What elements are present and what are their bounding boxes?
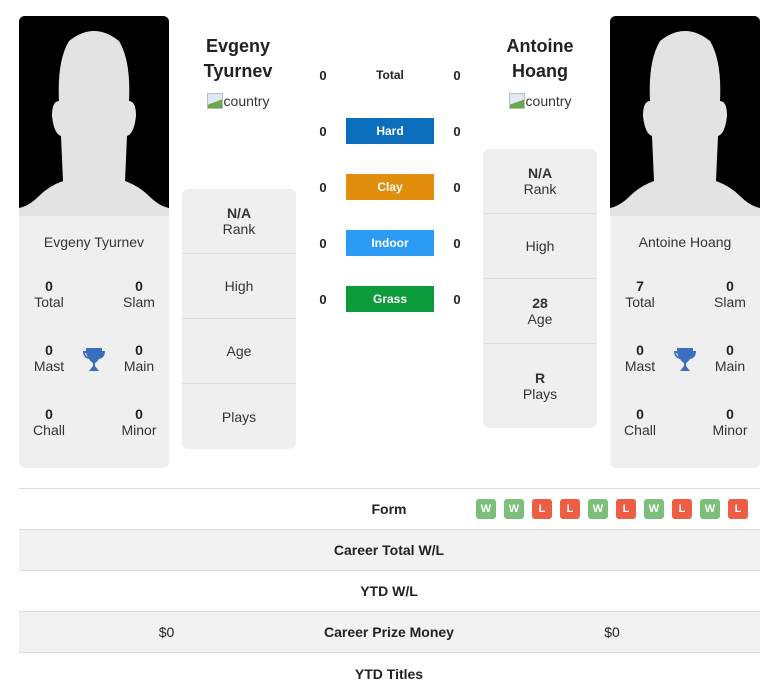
player2-name[interactable]: Antoine Hoang [470,34,610,84]
surface-badge-hard: Hard [346,118,434,144]
form-badge: L [532,499,552,519]
h2h-row-clay: 0 Clay 0 [300,174,480,200]
player1-flag: country [168,93,308,109]
player2-main: 0 Main [714,342,746,374]
form-badge: L [672,499,692,519]
form-label: Form [371,501,407,517]
h2h-row-grass: 0 Grass 0 [300,286,480,312]
form-badge: L [728,499,748,519]
player1-chall: 0 Chall [33,406,65,438]
player1-mast: 0 Mast [33,342,65,374]
form-badge: L [560,499,580,519]
form-badge: L [616,499,636,519]
player1-high: High [182,254,296,319]
ytd-titles-row: YTD Titles [354,665,424,682]
form-badge: W [644,499,664,519]
form-badge: W [476,499,496,519]
player2-slam: 0 Slam [714,278,746,310]
comparison-table: Form W W L L W L W L W L Career Total W/… [19,488,760,694]
ytd-wl-row: YTD W/L [19,571,760,612]
trophy-icon [673,347,697,378]
player2-minor: 0 Minor [712,406,748,438]
player2-card: Antoine Hoang 7 Total 0 Slam 0 Mast 0 Main 0… [610,216,760,468]
player2-total: 7 Total [625,278,655,310]
player2-high: High [483,214,597,279]
broken-image-icon [206,93,223,109]
player2-chall: 0 Chall [624,406,656,438]
form-badge: W [588,499,608,519]
form-badge: W [504,499,524,519]
surface-badge-grass: Grass [346,286,434,312]
player1-slam: 0 Slam [123,278,155,310]
player1-name[interactable]: Evgeny Tyurnev [168,34,308,84]
player2-plays: R Plays [522,370,558,402]
form-badge: W [700,499,720,519]
surface-badge-clay: Clay [346,174,434,200]
player2-flag: country [470,93,610,109]
career-wl-row: Career Total W/L [19,530,760,571]
player1-plays: Plays [221,408,257,425]
player1-age: Age [182,319,296,384]
surface-badge-total: Total [376,68,404,82]
player1-info: N/A Rank High Age Plays [182,189,296,449]
player1-main: 0 Main [123,342,155,374]
form-row: Form W W L L W L W L W L [19,489,760,530]
player2-card-name[interactable]: Antoine Hoang [610,234,760,250]
player1-minor: 0 Minor [121,406,157,438]
player2-photo [610,16,760,216]
player1-card-name[interactable]: Evgeny Tyurnev [19,234,169,250]
player2-mast: 0 Mast [624,342,656,374]
player1-card: Evgeny Tyurnev 0 Total 0 Slam 0 Mast 0 Main … [19,216,169,468]
player2-age: 28 Age [483,279,597,344]
trophy-icon [82,347,106,378]
player1-photo [19,16,169,216]
h2h-row-total: 0 Total 0 [300,62,480,88]
player2-rank: N/A Rank [483,149,597,214]
h2h-row-hard: 0 Hard 0 [300,118,480,144]
broken-image-icon [508,93,525,109]
prize-money-row: $0 Career Prize Money $0 [19,612,760,653]
form-badges: W W L L W L W L W L [464,499,760,519]
surface-badge-indoor: Indoor [346,230,434,256]
player2-info: N/A Rank High 28 Age R Plays [483,149,597,428]
h2h-row-indoor: 0 Indoor 0 [300,230,480,256]
player1-total: 0 Total [34,278,64,310]
player1-rank: N/A Rank [182,189,296,254]
